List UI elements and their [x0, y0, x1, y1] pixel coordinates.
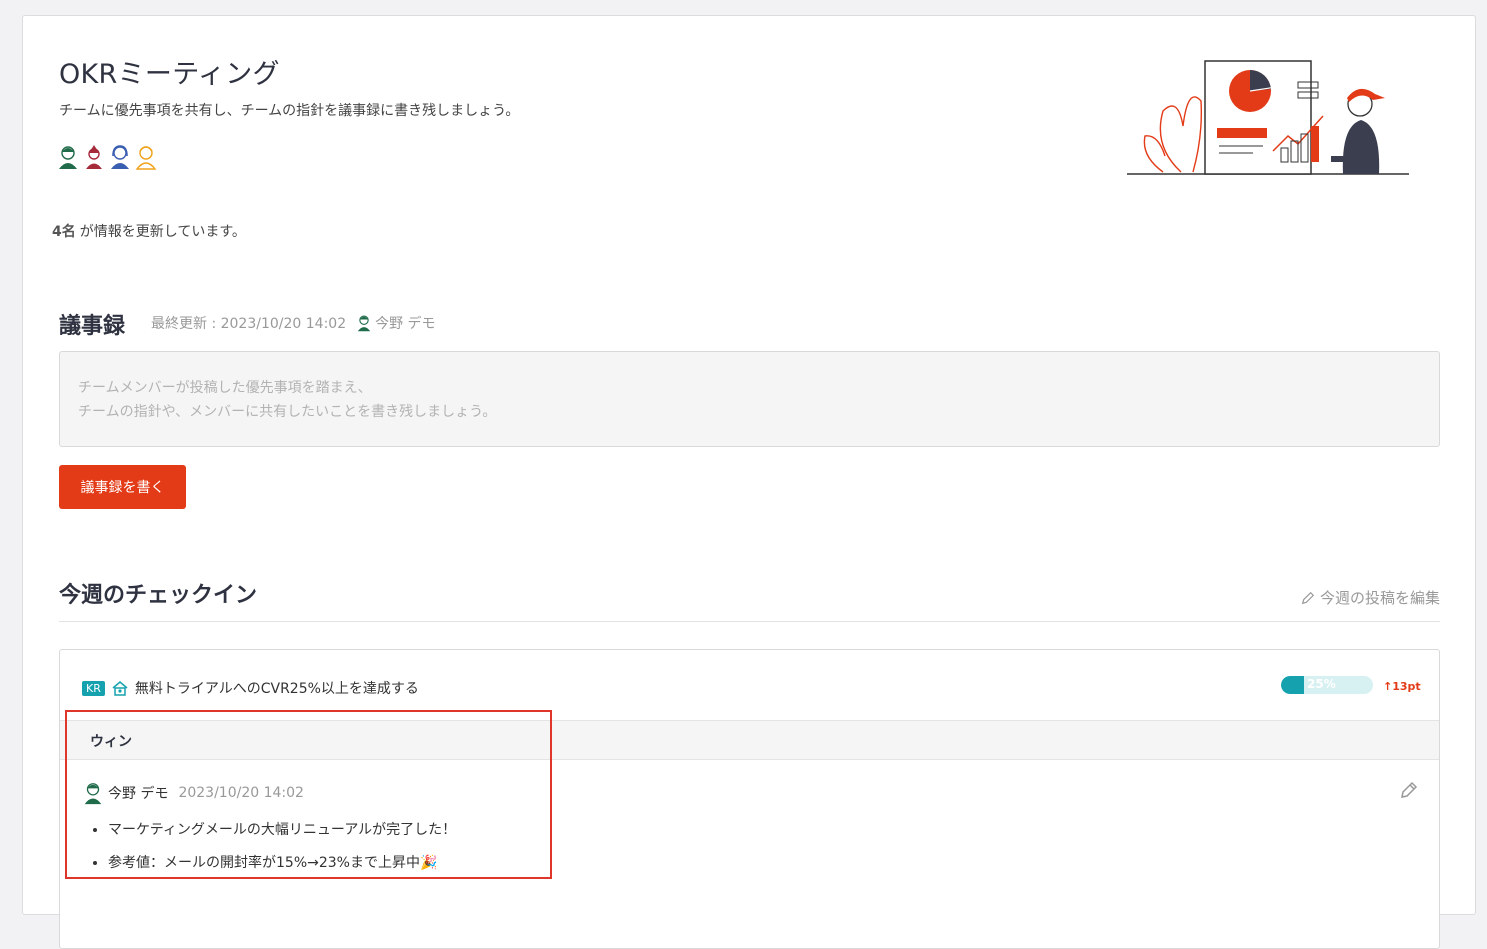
hero-illustration [1127, 60, 1409, 175]
post-meta: 今野 デモ 2023/10/20 14:02 [82, 781, 304, 805]
kr-card: KR 無料トライアルへのCVR25%以上を達成する 25% ↑13pt ウィン … [59, 649, 1440, 949]
updating-count: 4名 [52, 224, 76, 240]
post-bullets: マーケティングメールの大幅リニューアルが完了した！ 参考値：メールの開封率が15… [108, 820, 456, 886]
avatar-blue[interactable] [109, 144, 131, 170]
kr-delta-value: 13pt [1392, 680, 1421, 693]
updating-text: が情報を更新しています。 [79, 224, 246, 240]
avatar-green [84, 783, 102, 805]
avatar-red[interactable] [83, 144, 105, 170]
list-item: マーケティングメールの大幅リニューアルが完了した！ [108, 820, 456, 840]
page-description: チームに優先事項を共有し、チームの指針を議事録に書き残しましょう。 [59, 103, 520, 119]
kr-progress-bar: 25% [1281, 676, 1373, 694]
edit-week-posts-link[interactable]: 今週の投稿を編集 [1301, 587, 1440, 608]
kr-progress-label: 25% [1307, 677, 1336, 691]
post-timestamp: 2023/10/20 14:02 [178, 785, 304, 801]
minutes-placeholder-line1: チームメンバーが投稿した優先事項を踏まえ、 [78, 380, 372, 396]
avatar-green [357, 315, 371, 332]
minutes-author: 今野 デモ [356, 313, 436, 333]
win-section-header: ウィン [60, 720, 1439, 760]
member-avatars [57, 144, 157, 170]
avatar-green[interactable] [57, 144, 79, 170]
main-card: OKRミーティング チームに優先事項を共有し、チームの指針を議事録に書き残しまし… [22, 15, 1476, 949]
pencil-icon[interactable] [1399, 780, 1419, 800]
arrow-up-icon: ↑ [1383, 680, 1393, 693]
updating-status: 4名 が情報を更新しています。 [52, 221, 246, 241]
minutes-author-name: 今野 デモ [375, 316, 436, 332]
minutes-last-updated: 最終更新 : 2023/10/20 14:02 [151, 316, 347, 332]
checkin-title: 今週のチェックイン [59, 583, 258, 608]
minutes-title: 議事録 [59, 314, 126, 339]
avatar-orange[interactable] [135, 144, 157, 170]
kr-progress-fill [1281, 676, 1304, 694]
pencil-icon [1301, 591, 1315, 604]
minutes-placeholder-line2: チームの指針や、メンバーに共有したいことを書き残しましょう。 [78, 404, 497, 420]
minutes-editor[interactable]: チームメンバーが投稿した優先事項を踏まえ、 チームの指針や、メンバーに共有したい… [59, 351, 1440, 447]
kr-title: 無料トライアルへのCVR25%以上を達成する [134, 681, 419, 697]
team-icon [112, 681, 128, 696]
write-minutes-button[interactable]: 議事録を書く [59, 465, 186, 509]
post-author: 今野 デモ [108, 786, 169, 802]
section-divider [59, 621, 1440, 622]
kr-delta: ↑13pt [1383, 680, 1421, 693]
list-item: 参考値：メールの開封率が15%→23%まで上昇中🎉 [108, 853, 456, 873]
minutes-meta: 最終更新 : 2023/10/20 14:02 今野 デモ [151, 313, 436, 333]
edit-week-posts-label: 今週の投稿を編集 [1319, 589, 1440, 607]
page-title: OKRミーティング [59, 59, 280, 90]
kr-badge: KR [82, 680, 105, 696]
kr-header[interactable]: KR 無料トライアルへのCVR25%以上を達成する [82, 678, 419, 698]
